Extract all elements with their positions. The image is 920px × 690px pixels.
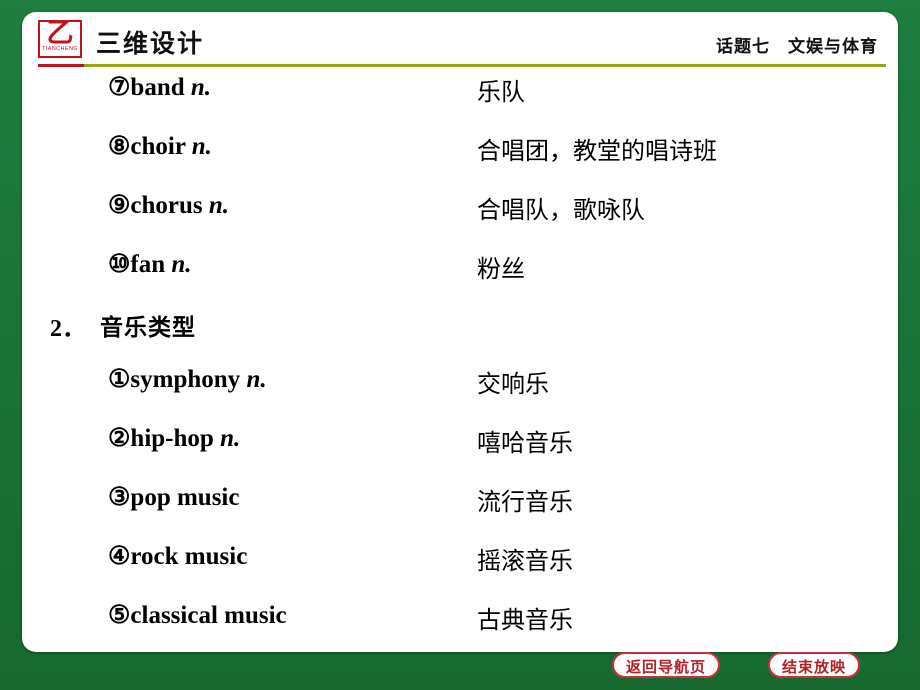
slide-content: ⑦band n. 乐队 ⑧choir n. 合唱团，教堂的唱诗班 ⑨chorus… bbox=[22, 72, 898, 652]
vocab-row: ⑦band n. 乐队 bbox=[22, 72, 898, 131]
vocab-term: ⑨chorus n. bbox=[108, 190, 229, 220]
end-slideshow-button[interactable]: 结束放映 bbox=[767, 652, 860, 678]
vocab-term-text: ②hip-hop bbox=[108, 425, 221, 452]
slide-footer: 返回导航页 结束放映 bbox=[0, 652, 920, 682]
vocab-term-text: ⑧choir bbox=[108, 133, 192, 160]
slide-header: 乙 TIANCHENG 三维设计 话题七 文娱与体育 bbox=[22, 12, 898, 68]
slide: 乙 TIANCHENG 三维设计 话题七 文娱与体育 ⑦band n. 乐队 ⑧… bbox=[0, 0, 920, 690]
header-divider bbox=[38, 64, 886, 67]
section-title: 音乐类型 bbox=[100, 315, 196, 341]
topic-heading: 话题七 文娱与体育 bbox=[716, 37, 878, 57]
vocab-meaning: 乐队 bbox=[477, 78, 525, 106]
vocab-term: ④rock music bbox=[108, 541, 247, 571]
vocab-row: ④rock music 摇滚音乐 bbox=[22, 541, 898, 600]
vocab-term: ①symphony n. bbox=[108, 364, 267, 394]
vocab-term-text: ⑨chorus bbox=[108, 192, 209, 219]
vocab-meaning: 合唱团，教堂的唱诗班 bbox=[477, 137, 717, 165]
vocab-term: ⑤classical music bbox=[108, 600, 287, 630]
vocab-meaning: 粉丝 bbox=[477, 255, 525, 283]
vocab-term: ⑧choir n. bbox=[108, 131, 212, 161]
vocab-term-text: ⑦band bbox=[108, 74, 191, 101]
vocab-term: ⑩fan n. bbox=[108, 249, 192, 279]
vocab-pos: n. bbox=[190, 74, 212, 101]
vocab-pos: n. bbox=[220, 425, 241, 452]
vocab-row: ①symphony n. 交响乐 bbox=[22, 364, 898, 423]
section-heading: 2． 音乐类型 bbox=[22, 308, 898, 364]
vocab-term-text: ③pop music bbox=[108, 484, 240, 511]
tiancheng-logo: 乙 TIANCHENG bbox=[38, 18, 84, 62]
header-divider-accent bbox=[38, 64, 84, 67]
vocab-meaning: 嘻哈音乐 bbox=[477, 429, 573, 457]
logo-subtext: TIANCHENG bbox=[42, 46, 78, 52]
vocab-row: ⑨chorus n. 合唱队，歌咏队 bbox=[22, 190, 898, 249]
vocab-row: ⑩fan n. 粉丝 bbox=[22, 249, 898, 308]
slide-page: 乙 TIANCHENG 三维设计 话题七 文娱与体育 ⑦band n. 乐队 ⑧… bbox=[22, 12, 898, 652]
vocab-term: ⑦band n. bbox=[108, 72, 211, 102]
vocab-meaning: 摇滚音乐 bbox=[477, 547, 573, 575]
vocab-row: ③pop music 流行音乐 bbox=[22, 482, 898, 541]
vocab-term: ②hip-hop n. bbox=[108, 423, 240, 453]
vocab-term-text: ⑤classical music bbox=[108, 602, 287, 629]
vocab-meaning: 合唱队，歌咏队 bbox=[477, 196, 645, 224]
logo-glyph-icon: 乙 bbox=[46, 18, 74, 48]
vocab-pos: n. bbox=[208, 192, 230, 219]
vocab-meaning: 流行音乐 bbox=[477, 488, 573, 516]
vocab-term-text: ①symphony bbox=[108, 366, 247, 393]
brand-title: 三维设计 bbox=[96, 29, 205, 58]
vocab-term-text: ④rock music bbox=[108, 543, 248, 570]
vocab-row: ⑧choir n. 合唱团，教堂的唱诗班 bbox=[22, 131, 898, 190]
vocab-meaning: 古典音乐 bbox=[477, 606, 573, 634]
vocab-term-text: ⑩fan bbox=[108, 251, 172, 278]
vocab-term: ③pop music bbox=[108, 482, 239, 512]
vocab-pos: n. bbox=[171, 251, 192, 278]
vocab-meaning: 交响乐 bbox=[477, 370, 549, 398]
vocab-row: ⑤classical music 古典音乐 bbox=[22, 600, 898, 652]
back-to-navigation-button[interactable]: 返回导航页 bbox=[611, 652, 720, 678]
section-number: 2． bbox=[50, 316, 86, 342]
vocab-row: ②hip-hop n. 嘻哈音乐 bbox=[22, 423, 898, 482]
vocab-pos: n. bbox=[191, 133, 212, 160]
vocab-pos: n. bbox=[246, 366, 267, 393]
